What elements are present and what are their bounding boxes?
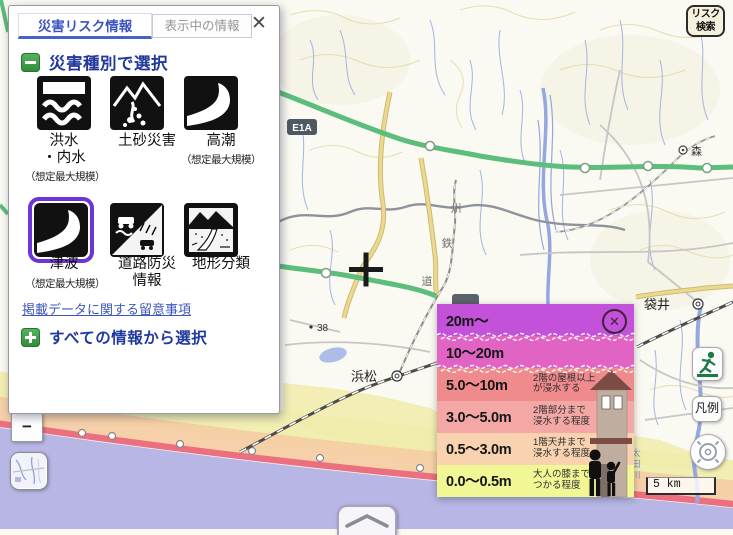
zoom-out-button[interactable]: − (11, 413, 43, 442)
tab-displayed-info[interactable]: 表示中の情報 (152, 14, 252, 38)
label-landslide: 土砂災害 (104, 133, 190, 150)
svg-text:鉄: 鉄 (442, 236, 453, 250)
minimap-thumbnail (11, 453, 46, 488)
city-symbol-fukuroi (693, 299, 703, 309)
section-select-from-all[interactable]: すべての情報から選択 (21, 326, 207, 348)
legend-row: 3.0～5.0m 2階部分まで浸水する程度 (437, 401, 634, 433)
minimap-button[interactable] (10, 452, 48, 490)
svg-text:州: 州 (451, 203, 462, 215)
chevron-up-icon (339, 511, 395, 531)
expressway-badge: E1A (287, 119, 317, 135)
current-location-button[interactable] (690, 434, 726, 470)
tsunami-selected-frame[interactable] (28, 197, 94, 263)
map-scale-bar: 5 km (646, 477, 716, 495)
sublabel-surge-scale: （想定最大規模） (167, 152, 275, 167)
tsunami-icon[interactable] (34, 203, 88, 257)
risk-search-button[interactable]: リスク 検索 (686, 5, 725, 37)
label-landform: 地形分類 (184, 256, 258, 273)
running-person-icon (694, 349, 721, 379)
expand-plus-icon[interactable] (21, 328, 40, 347)
tsunami-depth-legend: 20m～ 10～20m 5.0～10m 2階の屋根以上が浸水する 3.0～5.0… (437, 304, 634, 497)
city-symbol-hamamatsu (392, 371, 402, 381)
road-disaster-icon[interactable] (110, 203, 164, 257)
flood-icon[interactable] (37, 76, 91, 130)
tab-disaster-risk-info[interactable]: 災害リスク情報 (18, 13, 152, 39)
label-tsunami: 津波 (27, 256, 101, 273)
legend-row: 0.5～3.0m 1階天井まで浸水する程度 (437, 433, 634, 465)
spot-elevation: 38 (317, 323, 329, 334)
landslide-icon[interactable] (110, 76, 164, 130)
collapse-minus-icon[interactable] (21, 53, 40, 72)
sublabel-flood-scale: （想定最大規模） (9, 169, 121, 184)
label-storm-surge: 高潮 (184, 133, 258, 150)
spot-elevation-dot (309, 325, 312, 328)
landform-icon[interactable] (184, 203, 238, 257)
data-notes-link[interactable]: 掲載データに関する留意事項 (22, 299, 191, 318)
compass-location-icon (694, 438, 722, 466)
section-title: 災害種別で選択 (49, 50, 168, 74)
storm-surge-icon[interactable] (184, 76, 238, 130)
label-flood: 洪水 ・内水 (27, 133, 101, 167)
legend-close-icon[interactable]: ✕ (602, 309, 627, 334)
svg-text:E1A: E1A (292, 123, 311, 134)
svg-text:道: 道 (422, 274, 433, 288)
disaster-info-panel: 災害リスク情報 表示中の情報 ✕ 災害種別で選択 (8, 5, 280, 414)
evacuation-site-button[interactable] (692, 347, 723, 381)
bottom-panel-toggle-button[interactable] (337, 505, 397, 535)
section-select-by-disaster[interactable]: 災害種別で選択 (21, 50, 168, 74)
legend-row: 10～20m (437, 336, 634, 368)
section-title: すべての情報から選択 (49, 326, 207, 348)
close-icon[interactable]: ✕ (247, 12, 271, 36)
label-road-disaster: 道路防災 情報 (104, 256, 190, 290)
label-hamamatsu: 浜松 (351, 369, 377, 384)
label-mori: 森 (691, 144, 702, 158)
legend-row: 5.0～10m 2階の屋根以上が浸水する (437, 368, 634, 400)
label-fukuroi: 袋井 (644, 297, 670, 312)
legend-row: 0.0～0.5m 大人の膝までつかる程度 (437, 465, 634, 497)
legend-toggle-button[interactable]: 凡例 (692, 396, 722, 422)
